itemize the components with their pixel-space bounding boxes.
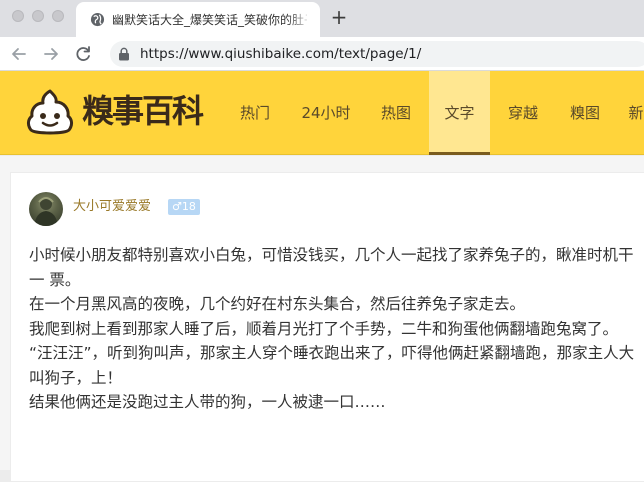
site-logo-text[interactable]: 糗事百科 <box>82 91 204 131</box>
reload-icon[interactable] <box>72 43 94 65</box>
nav-item-hot[interactable]: 热门 <box>222 71 288 155</box>
avatar[interactable] <box>29 192 63 226</box>
nav-item-history[interactable]: 穿越 <box>492 71 554 155</box>
post-username[interactable]: 大小可爱爱爱 <box>73 198 151 216</box>
logo-mascot-icon[interactable] <box>26 89 74 135</box>
back-arrow-icon[interactable] <box>8 43 30 65</box>
lock-icon[interactable] <box>118 47 130 61</box>
tab-title-fade <box>288 8 312 30</box>
browser-tab[interactable]: 幽默笑话大全_爆笑笑话_笑破你的肚子 <box>76 2 320 37</box>
post-paragraph: 结果他俩还是没跑过主人带的狗，一人被逮一口…… <box>29 393 386 411</box>
tab-title: 幽默笑话大全_爆笑笑话_笑破你的肚子 <box>112 13 307 27</box>
age-value: 18 <box>181 200 196 213</box>
url-field[interactable]: https://www.qiushibaike.com/text/page/1/ <box>110 41 644 67</box>
post-card: 大小可爱爱爱 ♂18 小时候小朋友都特别喜欢小白兔，可惜没钱买，几个人一起找了家… <box>10 172 644 482</box>
forward-arrow-icon[interactable] <box>40 43 62 65</box>
site-header: 糗事百科 热门 24小时 热图 文字 穿越 糗图 新 <box>0 71 644 155</box>
male-icon: ♂ <box>172 200 182 213</box>
nav-item-hot-pics[interactable]: 热图 <box>364 71 428 155</box>
window-zoom-button[interactable] <box>52 10 64 22</box>
browser-titlebar: 幽默笑话大全_爆笑笑话_笑破你的肚子 + <box>0 0 644 37</box>
nav-item-pics[interactable]: 糗图 <box>554 71 616 155</box>
url-text: https://www.qiushibaike.com/text/page/1/ <box>140 46 422 62</box>
post-content[interactable]: 小时候小朋友都特别喜欢小白兔，可惜没钱买，几个人一起找了家养兔子的，瞅准时机干一… <box>29 243 639 415</box>
nav-item-text[interactable]: 文字 <box>429 71 490 155</box>
window-close-button[interactable] <box>12 10 24 22</box>
window-minimize-button[interactable] <box>32 10 44 22</box>
post-paragraph: 小时候小朋友都特别喜欢小白兔，可惜没钱买，几个人一起找了家养兔子的，瞅准时机干一… <box>29 246 634 289</box>
post-paragraph: “汪汪汪”，听到狗叫声，那家主人穿个睡衣跑出来了，吓得他俩赶紧翻墙跑，那家主人大… <box>29 344 635 387</box>
nav-item-new[interactable]: 新 <box>616 71 644 155</box>
post-paragraph: 我爬到树上看到那家人睡了后，顺着月光打了个手势，二牛和狗蛋他俩翻墙跑兔窝了。 <box>29 319 619 338</box>
post-paragraph: 在一个月黑风高的夜晚，几个约好在村东头集合，然后往养兔子家走去。 <box>29 295 526 313</box>
new-tab-button[interactable]: + <box>328 6 350 30</box>
nav-item-24h[interactable]: 24小时 <box>290 71 362 155</box>
gender-age-badge: ♂18 <box>168 199 200 215</box>
globe-icon <box>90 12 105 27</box>
avatar-image-icon <box>34 197 58 226</box>
address-bar: https://www.qiushibaike.com/text/page/1/ <box>0 37 644 71</box>
